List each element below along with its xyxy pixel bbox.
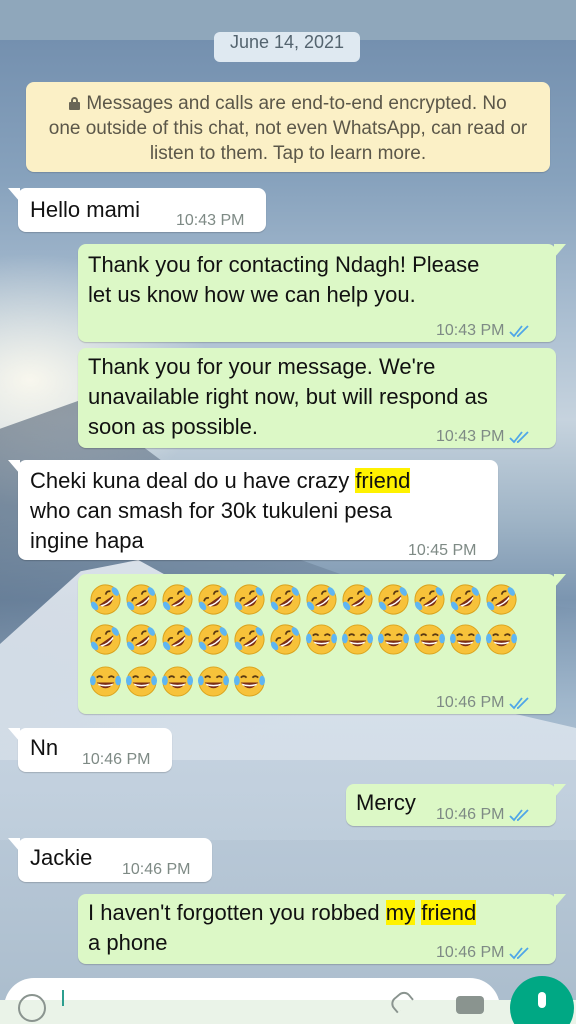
message-meta: 10:43 PM [436, 422, 531, 452]
encryption-line-3: listen to them. Tap to learn more. [149, 143, 427, 164]
face-with-tears-of-joy-emoji [88, 664, 123, 699]
face-with-tears-of-joy-emoji [484, 622, 519, 657]
message-time: 10:46 PM [82, 751, 151, 768]
double-check-icon [509, 808, 531, 822]
message-bubble-incoming[interactable]: Jackie 10:46 PM [8, 838, 212, 882]
double-check-icon [509, 430, 531, 444]
message-text-line: Cheki kuna deal do u have crazy friend [30, 466, 411, 496]
message-text: Jackie [30, 845, 93, 870]
message-time: 10:46 PM [122, 861, 191, 878]
camera-icon[interactable] [456, 996, 484, 1014]
message-text: Nn [30, 735, 59, 760]
message-text-line: soon as possible. [88, 414, 258, 439]
face-with-tears-of-joy-emoji [340, 622, 375, 657]
message-bubble-outgoing-emoji[interactable]: 10:46 PM [78, 574, 566, 714]
message-bubble-incoming[interactable]: Hello mami 10:43 PM [8, 188, 266, 232]
rolling-on-floor-laughing-emoji [268, 582, 303, 617]
message-text-line: I haven't forgotten you robbed my friend [88, 898, 477, 928]
face-with-tears-of-joy-emoji [448, 622, 483, 657]
face-with-tears-of-joy-emoji [412, 622, 447, 657]
emoji-icon[interactable] [18, 994, 46, 1022]
message-bubble-outgoing[interactable]: Mercy 10:46 PM [346, 784, 566, 826]
emoji-row [88, 622, 520, 657]
face-with-tears-of-joy-emoji [304, 622, 339, 657]
rolling-on-floor-laughing-emoji [268, 622, 303, 657]
message-meta: 10:46 PM [436, 800, 531, 830]
face-with-tears-of-joy-emoji [196, 664, 231, 699]
emoji-row [88, 582, 520, 617]
message-text-line: unavailable right now, but will respond … [88, 384, 488, 409]
date-chip-label: June 14, 2021 [229, 32, 345, 52]
rolling-on-floor-laughing-emoji [88, 622, 123, 657]
rolling-on-floor-laughing-emoji [160, 622, 195, 657]
double-check-icon [509, 324, 531, 338]
message-meta: 10:46 PM [436, 688, 531, 718]
encryption-line-1: Messages and calls are end-to-end encryp… [38, 91, 538, 116]
message-text-part: Cheki kuna deal do u have crazy [30, 468, 356, 493]
rolling-on-floor-laughing-emoji [196, 622, 231, 657]
message-time: 10:43 PM [436, 428, 505, 445]
message-meta: 10:43 PM [436, 316, 531, 346]
message-time: 10:43 PM [436, 322, 505, 339]
rolling-on-floor-laughing-emoji [232, 622, 267, 657]
rolling-on-floor-laughing-emoji [160, 582, 195, 617]
message-time: 10:45 PM [408, 542, 477, 559]
message-text-line: a phone [88, 930, 168, 955]
message-bubble-outgoing[interactable]: Thank you for your message. We're unavai… [78, 348, 556, 448]
text-cursor [62, 990, 64, 1006]
rolling-on-floor-laughing-emoji [448, 582, 483, 617]
message-text-line: Thank you for contacting Ndagh! Please [88, 252, 480, 277]
face-with-tears-of-joy-emoji [124, 664, 159, 699]
message-text-line: let us know how we can help you. [88, 282, 416, 307]
message-bubble-outgoing[interactable]: I haven't forgotten you robbed my friend… [78, 894, 566, 964]
rolling-on-floor-laughing-emoji [124, 622, 159, 657]
lock-icon [69, 97, 81, 110]
double-check-icon [509, 946, 531, 960]
rolling-on-floor-laughing-emoji [196, 582, 231, 617]
mic-icon [538, 992, 546, 1008]
message-meta: 10:46 PM [436, 938, 531, 968]
message-bubble-incoming[interactable]: Nn 10:46 PM [8, 728, 172, 772]
rolling-on-floor-laughing-emoji [484, 582, 519, 617]
message-time: 10:46 PM [436, 944, 505, 961]
composer-bottom-strip [0, 1000, 576, 1024]
message-text: Hello mami [30, 197, 141, 222]
rolling-on-floor-laughing-emoji [304, 582, 339, 617]
rolling-on-floor-laughing-emoji [412, 582, 447, 617]
encryption-text-1: Messages and calls are end-to-end encryp… [86, 93, 507, 114]
rolling-on-floor-laughing-emoji [232, 582, 267, 617]
rolling-on-floor-laughing-emoji [124, 582, 159, 617]
message-text-part: I haven't forgotten you robbed [88, 900, 386, 925]
message-time: 10:46 PM [436, 806, 505, 823]
message-text-line: ingine hapa [30, 528, 144, 553]
highlighted-word: my [385, 900, 416, 925]
face-with-tears-of-joy-emoji [232, 664, 267, 699]
message-bubble-outgoing[interactable]: Thank you for contacting Ndagh! Please l… [78, 244, 566, 342]
highlighted-word: friend [421, 900, 477, 925]
message-time: 10:46 PM [436, 694, 505, 711]
message-time: 10:43 PM [176, 212, 245, 229]
double-check-icon [509, 696, 531, 710]
highlighted-word: friend [355, 468, 411, 493]
emoji-row [88, 664, 268, 699]
message-text: Mercy [356, 790, 416, 815]
rolling-on-floor-laughing-emoji [88, 582, 123, 617]
message-text-line: Thank you for your message. We're [88, 354, 436, 379]
message-text-line: who can smash for 30k tukuleni pesa [30, 498, 392, 523]
encryption-notice[interactable]: Messages and calls are end-to-end encryp… [26, 82, 550, 172]
face-with-tears-of-joy-emoji [160, 664, 195, 699]
rolling-on-floor-laughing-emoji [376, 582, 411, 617]
encryption-line-2: one outside of this chat, not even Whats… [48, 118, 528, 139]
face-with-tears-of-joy-emoji [376, 622, 411, 657]
rolling-on-floor-laughing-emoji [340, 582, 375, 617]
date-chip: June 14, 2021 [214, 32, 360, 62]
message-bubble-incoming[interactable]: Cheki kuna deal do u have crazy friend w… [8, 460, 498, 560]
